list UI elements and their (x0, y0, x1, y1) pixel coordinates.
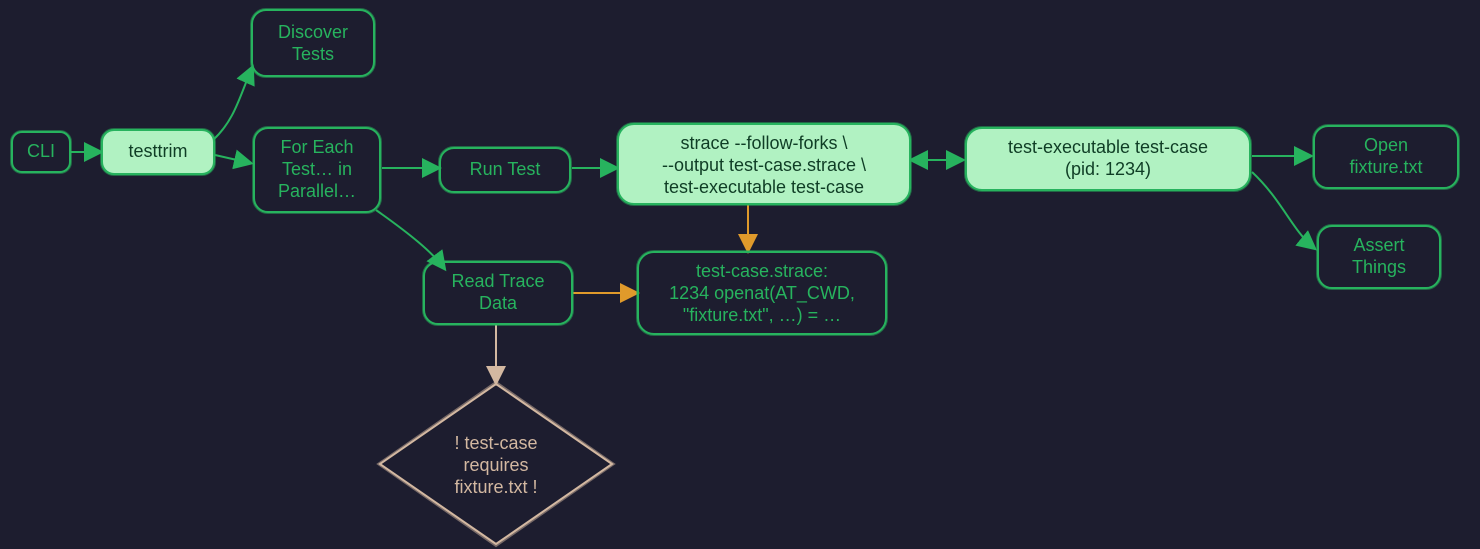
testtrim-label: testtrim (128, 141, 187, 161)
assert-l2: Things (1352, 257, 1406, 277)
edge-testtrim-discover (213, 68, 252, 140)
foreach-l3: Parallel… (278, 181, 356, 201)
edge-exec-assert (1252, 172, 1314, 248)
requires-l1: ! test-case (454, 433, 537, 453)
node-testtrim: testtrim (101, 129, 215, 175)
tracefile-l1: test-case.strace: (696, 261, 828, 281)
run-label: Run Test (470, 159, 541, 179)
requires-l2: requires (463, 455, 528, 475)
node-requires: ! test-case requires fixture.txt ! (378, 382, 614, 546)
foreach-l2: Test… in (282, 159, 352, 179)
edge-testtrim-foreach (215, 155, 250, 163)
tracefile-l3: "fixture.txt", …) = … (683, 305, 841, 325)
node-tracefile: test-case.strace: 1234 openat(AT_CWD, "f… (637, 251, 887, 335)
readtrace-l2: Data (479, 293, 518, 313)
discover-l1: Discover (278, 22, 348, 42)
cli-label: CLI (27, 141, 55, 161)
exec-l1: test-executable test-case (1008, 137, 1208, 157)
open-l2: fixture.txt (1349, 157, 1422, 177)
foreach-l1: For Each (280, 137, 353, 157)
node-assert: Assert Things (1317, 225, 1441, 289)
readtrace-l1: Read Trace (451, 271, 544, 291)
node-readtrace: Read Trace Data (423, 261, 573, 325)
node-strace: strace --follow-forks \ --output test-ca… (617, 123, 911, 205)
node-exec: test-executable test-case (pid: 1234) (965, 127, 1251, 191)
requires-l3: fixture.txt ! (454, 477, 537, 497)
node-foreach: For Each Test… in Parallel… (253, 127, 381, 213)
node-cli: CLI (11, 131, 71, 173)
exec-l2: (pid: 1234) (1065, 159, 1151, 179)
assert-l1: Assert (1353, 235, 1404, 255)
flowchart-diagram: CLI testtrim Discover Tests For Each Tes… (0, 0, 1480, 549)
tracefile-l2: 1234 openat(AT_CWD, (669, 283, 855, 304)
open-l1: Open (1364, 135, 1408, 155)
edge-foreach-readtrace (376, 210, 444, 268)
strace-l3: test-executable test-case (664, 177, 864, 197)
strace-l1: strace --follow-forks \ (680, 133, 847, 153)
node-open: Open fixture.txt (1313, 125, 1459, 189)
node-run: Run Test (439, 147, 571, 193)
discover-l2: Tests (292, 44, 334, 64)
strace-l2: --output test-case.strace \ (662, 155, 866, 175)
node-discover: Discover Tests (251, 9, 375, 77)
